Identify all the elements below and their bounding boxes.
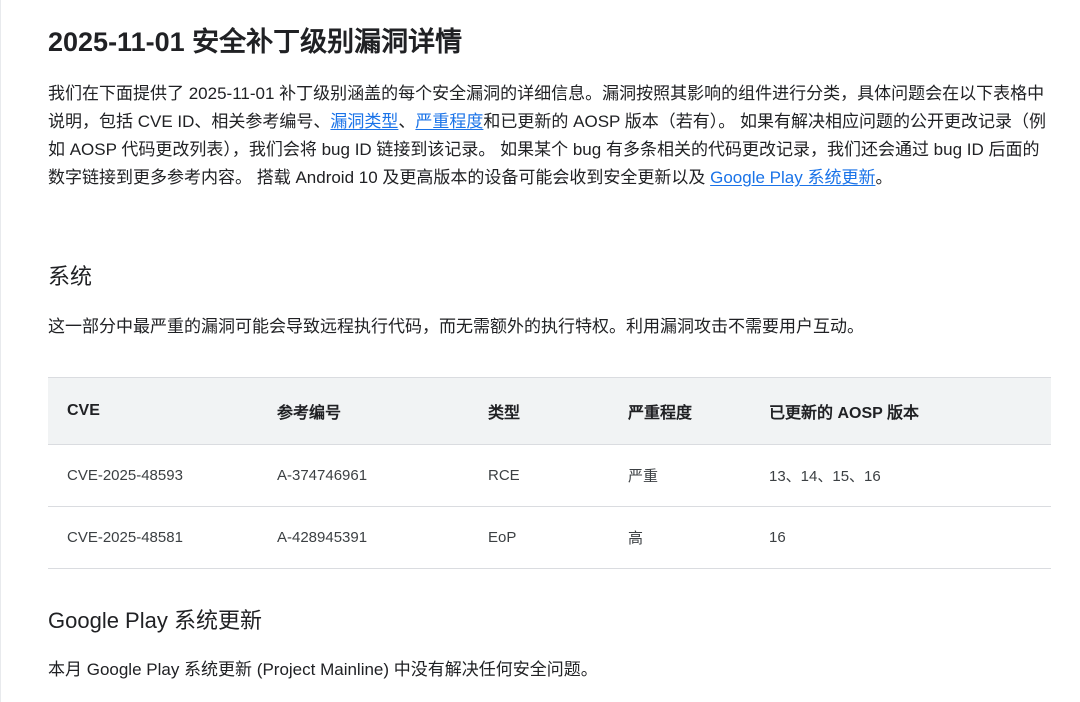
page-title: 2025-11-01 安全补丁级别漏洞详情: [48, 27, 463, 57]
cell-reference: A-428945391: [258, 506, 469, 569]
intro-separator: 、: [398, 112, 416, 131]
column-header-reference: 参考编号: [258, 377, 469, 445]
intro-end: 。: [875, 168, 893, 187]
cell-type: EoP: [469, 506, 609, 569]
cell-reference: A-374746961: [258, 444, 469, 507]
vulnerability-type-link[interactable]: 漏洞类型: [330, 112, 398, 131]
cell-severity: 严重: [609, 444, 750, 507]
table-row: CVE-2025-48593 A-374746961 RCE 严重 13、14、…: [48, 444, 1051, 507]
cell-aosp-versions: 16: [750, 506, 1051, 569]
google-play-system-update-link[interactable]: Google Play 系统更新: [710, 168, 875, 187]
column-header-severity: 严重程度: [609, 377, 750, 445]
system-section-description: 这一部分中最严重的漏洞可能会导致远程执行代码，而无需额外的执行特权。利用漏洞攻击…: [48, 317, 864, 336]
severity-link[interactable]: 严重程度: [415, 112, 483, 131]
cell-cve: CVE-2025-48581: [48, 506, 258, 569]
cell-type: RCE: [469, 444, 609, 507]
column-header-type: 类型: [469, 377, 609, 445]
table-header-row: CVE 参考编号 类型 严重程度 已更新的 AOSP 版本: [48, 377, 1051, 445]
cell-cve: CVE-2025-48593: [48, 444, 258, 507]
cell-severity: 高: [609, 506, 750, 569]
column-header-cve: CVE: [48, 377, 258, 445]
google-play-section-description: 本月 Google Play 系统更新 (Project Mainline) 中…: [48, 660, 598, 679]
intro-paragraph: 我们在下面提供了 2025-11-01 补丁级别涵盖的每个安全漏洞的详细信息。漏…: [48, 80, 1048, 192]
system-section-heading: 系统: [48, 264, 93, 289]
vulnerability-table: CVE 参考编号 类型 严重程度 已更新的 AOSP 版本 CVE-2025-4…: [48, 377, 1051, 569]
google-play-section-heading: Google Play 系统更新: [48, 608, 262, 633]
table-row: CVE-2025-48581 A-428945391 EoP 高 16: [48, 506, 1051, 569]
cell-aosp-versions: 13、14、15、16: [750, 444, 1051, 507]
column-header-aosp-versions: 已更新的 AOSP 版本: [750, 377, 1051, 445]
page-left-border: [0, 0, 1, 702]
